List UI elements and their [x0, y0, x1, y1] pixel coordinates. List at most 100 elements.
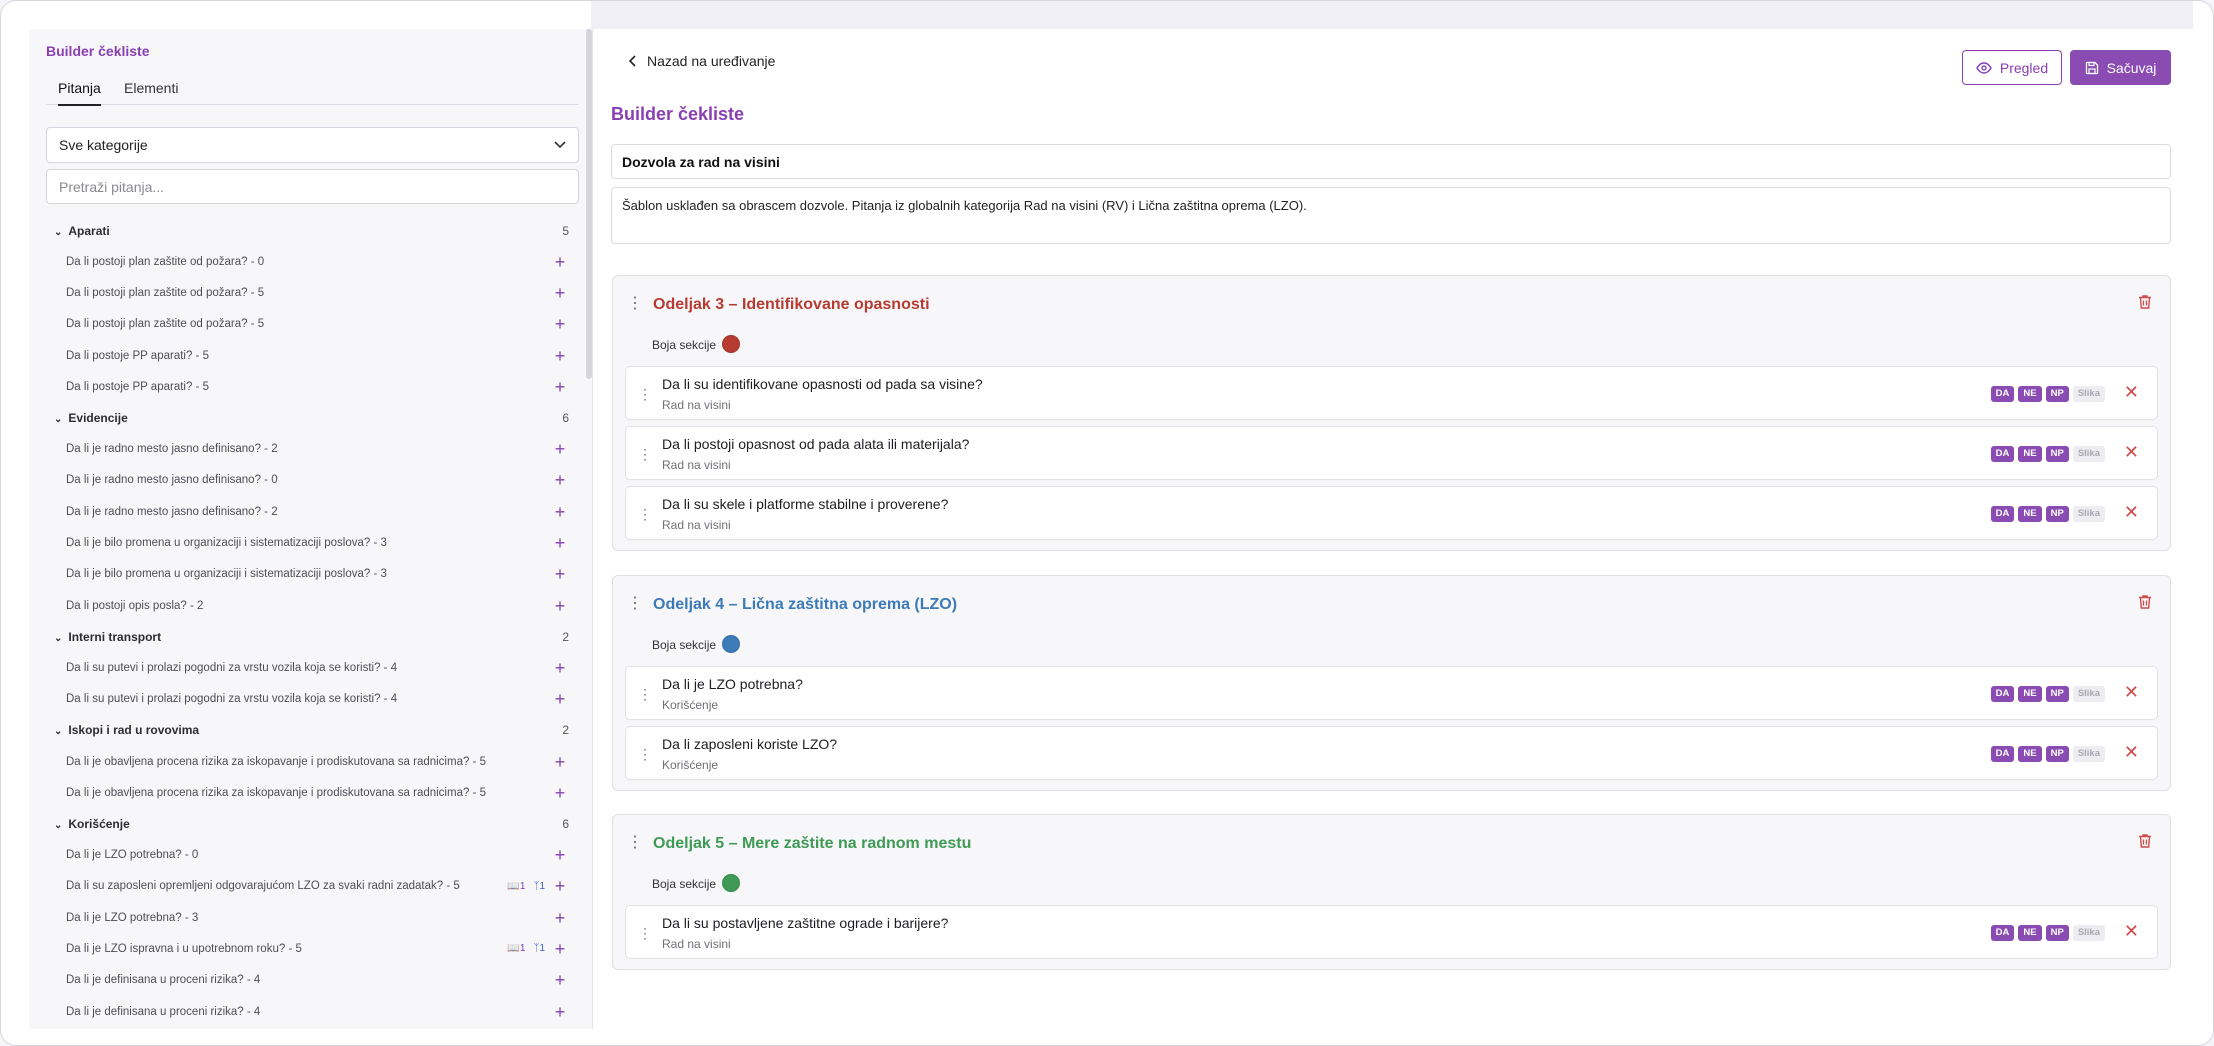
question-list-actions: +	[553, 378, 567, 396]
add-question-icon[interactable]: +	[553, 940, 567, 958]
add-question-icon[interactable]: +	[553, 284, 567, 302]
answer-tag-da[interactable]: DA	[1990, 446, 2015, 462]
checklist-description-input[interactable]: Šablon usklađen sa obrascem dozvole. Pit…	[611, 187, 2171, 244]
category-header[interactable]: ⌄ Interni transport 2	[46, 621, 579, 652]
answer-tag-da[interactable]: DA	[1990, 386, 2015, 402]
answer-tag-da[interactable]: DA	[1990, 686, 2015, 702]
category-count: 6	[562, 410, 569, 425]
chevron-down-icon: ⌄	[54, 226, 63, 238]
section-color-picker[interactable]	[722, 874, 740, 892]
section-drag-handle-icon[interactable]: ⋮	[627, 296, 643, 312]
close-icon[interactable]: ✕	[2124, 922, 2139, 940]
answer-tag-da[interactable]: DA	[1990, 506, 2015, 522]
answer-tag-np[interactable]: NP	[2045, 386, 2069, 402]
add-question-icon[interactable]: +	[553, 378, 567, 396]
image-tag[interactable]: Slika	[2072, 746, 2105, 762]
category-name: Korišćenje	[68, 816, 130, 831]
close-icon[interactable]: ✕	[2124, 683, 2139, 701]
close-icon[interactable]: ✕	[2124, 383, 2139, 401]
category-header[interactable]: ⌄ Iskopi i rad u rovovima 2	[46, 715, 579, 746]
image-tag[interactable]: Slika	[2072, 386, 2105, 402]
image-tag[interactable]: Slika	[2072, 446, 2105, 462]
section-drag-handle-icon[interactable]: ⋮	[627, 596, 643, 612]
add-question-icon[interactable]: +	[553, 971, 567, 989]
category-header[interactable]: ⌄ Korišćenje 6	[46, 808, 579, 839]
back-link[interactable]: Nazad na uređivanje	[629, 53, 775, 69]
answer-tag-da[interactable]: DA	[1990, 925, 2015, 941]
checklist-name-input[interactable]	[611, 144, 2171, 179]
save-button[interactable]: Sačuvaj	[2070, 50, 2171, 85]
question-category: Korišćenje	[662, 698, 719, 712]
section-color-picker[interactable]	[722, 335, 740, 353]
answer-tag-ne[interactable]: NE	[2018, 925, 2042, 941]
answer-tag-da[interactable]: DA	[1990, 746, 2015, 762]
category-header-left: ⌄ Interni transport	[54, 630, 161, 644]
add-question-icon[interactable]: +	[553, 253, 567, 271]
close-icon[interactable]: ✕	[2124, 743, 2139, 761]
question-category: Rad na visini	[662, 398, 731, 412]
add-question-icon[interactable]: +	[553, 503, 567, 521]
question-search-input[interactable]	[46, 169, 579, 204]
answer-tag-np[interactable]: NP	[2045, 925, 2069, 941]
add-question-icon[interactable]: +	[553, 784, 567, 802]
question-list-text: Da li je obavljena procena rizika za isk…	[66, 755, 486, 768]
answer-tag-ne[interactable]: NE	[2018, 506, 2042, 522]
add-question-icon[interactable]: +	[553, 909, 567, 927]
category-header[interactable]: ⌄ Aparati 5	[46, 215, 579, 246]
question-category: Rad na visini	[662, 518, 731, 532]
question-list-text: Da li je obavljena procena rizika za isk…	[66, 786, 486, 799]
section-drag-handle-icon[interactable]: ⋮	[627, 835, 643, 851]
add-question-icon[interactable]: +	[553, 690, 567, 708]
add-question-icon[interactable]: +	[553, 846, 567, 864]
question-drag-handle-icon[interactable]: ⋮	[638, 506, 652, 523]
question-list-text: Da li je radno mesto jasno definisano? -…	[66, 443, 278, 456]
question-list-text: Da li je bilo promena u organizaciji i s…	[66, 537, 387, 550]
trash-icon[interactable]	[2138, 594, 2152, 613]
section-title[interactable]: Odeljak 3 – Identifikovane opasnosti	[653, 296, 930, 314]
add-question-icon[interactable]: +	[553, 877, 567, 895]
answer-tag-ne[interactable]: NE	[2018, 746, 2042, 762]
add-question-icon[interactable]: +	[553, 565, 567, 583]
section-title[interactable]: Odeljak 4 – Lična zaštitna oprema (LZO)	[653, 596, 957, 614]
section-title[interactable]: Odeljak 5 – Mere zaštite na radnom mestu	[653, 835, 971, 853]
category-header[interactable]: ⌄ Evidencije 6	[46, 402, 579, 433]
checklist-section: ⋮ Odeljak 4 – Lična zaštitna oprema (LZO)…	[612, 575, 2171, 791]
add-question-icon[interactable]: +	[553, 315, 567, 333]
answer-tag-np[interactable]: NP	[2045, 446, 2069, 462]
image-tag[interactable]: Slika	[2072, 506, 2105, 522]
close-icon[interactable]: ✕	[2124, 503, 2139, 521]
answer-tag-np[interactable]: NP	[2045, 746, 2069, 762]
question-drag-handle-icon[interactable]: ⋮	[638, 386, 652, 403]
section-color-picker[interactable]	[722, 635, 740, 653]
sidebar-scrollbar[interactable]	[586, 29, 592, 379]
trash-icon[interactable]	[2138, 833, 2152, 852]
add-question-icon[interactable]: +	[553, 659, 567, 677]
preview-button[interactable]: Pregled	[1962, 50, 2062, 85]
category-select[interactable]: Sve kategorije	[46, 127, 579, 163]
tab-questions[interactable]: Pitanja	[58, 80, 101, 106]
answer-tag-ne[interactable]: NE	[2018, 386, 2042, 402]
answer-tag-np[interactable]: NP	[2045, 506, 2069, 522]
question-drag-handle-icon[interactable]: ⋮	[638, 746, 652, 763]
question-drag-handle-icon[interactable]: ⋮	[638, 446, 652, 463]
question-drag-handle-icon[interactable]: ⋮	[638, 925, 652, 942]
add-question-icon[interactable]: +	[553, 534, 567, 552]
branch-badge: ᛉ1	[533, 943, 545, 955]
add-question-icon[interactable]: +	[553, 471, 567, 489]
add-question-icon[interactable]: +	[553, 347, 567, 365]
add-question-icon[interactable]: +	[553, 440, 567, 458]
answer-tag-ne[interactable]: NE	[2018, 446, 2042, 462]
tab-elements[interactable]: Elementi	[124, 80, 178, 96]
close-icon[interactable]: ✕	[2124, 443, 2139, 461]
add-question-icon[interactable]: +	[553, 1003, 567, 1021]
answer-tag-np[interactable]: NP	[2045, 686, 2069, 702]
add-question-icon[interactable]: +	[553, 753, 567, 771]
image-tag[interactable]: Slika	[2072, 686, 2105, 702]
add-question-icon[interactable]: +	[553, 597, 567, 615]
question-sidebar: Builder čekliste Pitanja Elementi Sve ka…	[29, 29, 593, 1029]
trash-icon[interactable]	[2138, 294, 2152, 313]
branch-badge-count: 1	[539, 880, 545, 892]
image-tag[interactable]: Slika	[2072, 925, 2105, 941]
question-drag-handle-icon[interactable]: ⋮	[638, 686, 652, 703]
answer-tag-ne[interactable]: NE	[2018, 686, 2042, 702]
